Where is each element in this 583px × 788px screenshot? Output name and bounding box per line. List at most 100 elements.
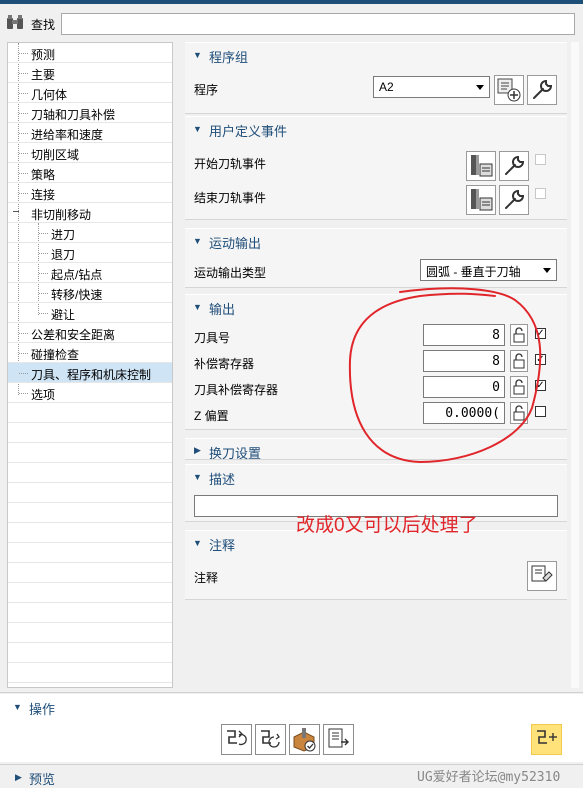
panel-scrollbar[interactable] (571, 42, 579, 688)
tree-empty-row (8, 403, 172, 423)
tree-item-cut-regions[interactable]: 切削区域 (8, 143, 172, 163)
edit-program-button[interactable] (527, 75, 557, 105)
motion-output-type-select[interactable]: 圆弧 - 垂直于刀轴 (420, 259, 557, 281)
search-bar: 查找 (0, 4, 583, 40)
new-program-button[interactable] (494, 75, 524, 105)
tree-item-connections[interactable]: 连接 (8, 183, 172, 203)
adjust-register-checkbox[interactable]: ✓ (535, 354, 546, 365)
end-event-edit-button[interactable] (499, 185, 529, 215)
tree-item-tool-program-machine[interactable]: 刀具、程序和机床控制 (8, 363, 172, 383)
end-path-event-label: 结束刀轨事件 (194, 191, 267, 205)
confirm-toolpath-icon (537, 730, 557, 744)
generate-button[interactable] (221, 724, 252, 755)
cutcom-register-field[interactable]: 0 (423, 376, 505, 398)
section-header[interactable]: ▼ 描述 (185, 465, 567, 487)
start-event-edit-button[interactable] (499, 151, 529, 181)
section-motion-output: ▼ 运动输出 运动输出类型 圆弧 - 垂直于刀轴 (185, 228, 567, 288)
lock-icon (513, 379, 525, 395)
tool-number-field[interactable]: 8 (423, 324, 505, 346)
tree-item-retract[interactable]: 退刀 (8, 243, 172, 263)
generate-toolpath-icon (227, 730, 247, 746)
tree-empty-row (8, 663, 172, 683)
tool-event-icon (471, 189, 493, 211)
tree-item-tolerances[interactable]: 公差和安全距离 (8, 323, 172, 343)
collapse-icon[interactable] (13, 211, 19, 212)
tree-empty-row (8, 483, 172, 503)
adjust-register-label: 补偿寄存器 (194, 357, 255, 371)
start-event-checkbox[interactable] (535, 154, 546, 165)
section-user-events: ▼ 用户定义事件 开始刀轨事件 结束刀轨事件 (185, 116, 567, 220)
section-notes: ▼ 注释 注释 (185, 530, 567, 600)
section-header[interactable]: ▶ 换刀设置 (185, 439, 567, 461)
dropdown-arrow-icon (476, 85, 484, 90)
lock-button[interactable] (510, 402, 528, 424)
replay-button[interactable] (255, 724, 286, 755)
tree-empty-row (8, 423, 172, 443)
section-program-group: ▼ 程序组 程序 A2 (185, 42, 567, 114)
tree-item-strategy[interactable]: 策略 (8, 163, 172, 183)
notes-edit-button[interactable] (527, 561, 557, 591)
tree-item-geometry[interactable]: 几何体 (8, 83, 172, 103)
collapse-triangle-icon: ▼ (193, 50, 202, 60)
tree-item-engage[interactable]: 进刀 (8, 223, 172, 243)
lock-icon (513, 405, 525, 421)
tool-number-label: 刀具号 (194, 331, 231, 345)
lock-button[interactable] (510, 376, 528, 398)
tree-item-avoidance[interactable]: 避让 (8, 303, 172, 323)
tree-item-non-cutting-moves[interactable]: 非切削移动 (8, 203, 172, 223)
end-event-add-button[interactable] (466, 185, 496, 215)
adjust-register-field[interactable]: 8 (423, 350, 505, 372)
tree-item-start-drill-points[interactable]: 起点/钻点 (8, 263, 172, 283)
end-event-checkbox[interactable] (535, 188, 546, 199)
operations-section: ▼ 操作 (0, 694, 583, 762)
section-header[interactable]: ▼ 输出 (185, 295, 567, 317)
tree-empty-row (8, 563, 172, 583)
list-output-icon (328, 728, 349, 748)
start-event-add-button[interactable] (466, 151, 496, 181)
collapse-triangle-icon: ▼ (193, 472, 202, 482)
operations-title: 操作 (29, 702, 56, 717)
annotation-note: 改成0又可以后处理了 (296, 515, 478, 536)
wrench-icon (505, 189, 525, 209)
divider (0, 692, 583, 693)
lock-button[interactable] (510, 350, 528, 372)
lock-button[interactable] (510, 324, 528, 346)
z-offset-checkbox[interactable] (535, 406, 546, 417)
search-input[interactable] (61, 13, 575, 35)
tree-item-transfer-rapid[interactable]: 转移/快速 (8, 283, 172, 303)
tree-item-forecast[interactable]: 预测 (8, 43, 172, 63)
binoculars-icon[interactable] (6, 13, 24, 31)
tree-item-options[interactable]: 选项 (8, 383, 172, 403)
expand-triangle-icon: ▶ (194, 445, 201, 455)
cutcom-register-label: 刀具补偿寄存器 (194, 383, 279, 397)
watermark: UG爱好者论坛@my52310 (417, 770, 561, 785)
tree-item-tool-axis[interactable]: 刀轴和刀具补偿 (8, 103, 172, 123)
list-output-button[interactable] (323, 724, 354, 755)
section-header[interactable]: ▼ 程序组 (185, 43, 567, 65)
tree-item-feeds-speeds[interactable]: 进给率和速度 (8, 123, 172, 143)
search-label: 查找 (31, 18, 56, 32)
wrench-icon (533, 79, 553, 99)
expand-triangle-icon[interactable]: ▶ (15, 772, 22, 783)
z-offset-label: Z 偏置 (194, 409, 229, 423)
z-offset-field[interactable]: 0.0000( (423, 402, 505, 424)
verify-button[interactable] (289, 724, 320, 755)
parameters-panel: ▼ 程序组 程序 A2 ▼ 用户定义事件 开始刀轨事件 结束刀轨事件 ▼ 运动输… (185, 42, 567, 690)
section-header[interactable]: ▼ 运动输出 (185, 229, 567, 251)
program-select[interactable]: A2 (373, 76, 490, 98)
tree-empty-row (8, 503, 172, 523)
tree-empty-row (8, 543, 172, 563)
confirm-button[interactable] (531, 724, 562, 755)
tree-empty-row (8, 523, 172, 543)
tool-event-icon (471, 155, 493, 177)
tree-item-collision-check[interactable]: 碰撞检查 (8, 343, 172, 363)
collapse-triangle-icon[interactable]: ▼ (13, 702, 22, 712)
tool-number-checkbox[interactable]: ✓ (535, 328, 546, 339)
program-label: 程序 (194, 83, 219, 97)
motion-output-type-label: 运动输出类型 (194, 266, 267, 280)
section-header[interactable]: ▼ 用户定义事件 (185, 117, 567, 139)
replay-toolpath-icon (261, 730, 280, 748)
cutcom-register-checkbox[interactable]: ✓ (535, 380, 546, 391)
tree-item-main[interactable]: 主要 (8, 63, 172, 83)
navigation-tree: 预测 主要 几何体 刀轴和刀具补偿 进给率和速度 切削区域 策略 连接 非切削移… (7, 42, 173, 688)
